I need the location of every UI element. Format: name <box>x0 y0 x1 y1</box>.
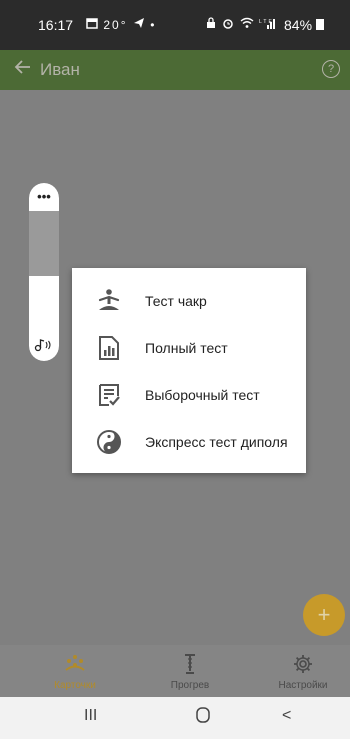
settings-gear-icon <box>258 653 348 675</box>
nav-label: Прогрев <box>170 680 210 691</box>
menu-item-dipole-express-test[interactable]: Экспресс тест диполя <box>72 419 306 465</box>
system-navigation-bar: III < <box>0 697 350 739</box>
recents-button[interactable]: III <box>84 707 97 725</box>
checklist-icon <box>96 382 122 408</box>
menu-item-label: Полный тест <box>145 340 228 356</box>
back-button[interactable]: < <box>282 707 291 725</box>
battery-icon <box>315 19 324 30</box>
nav-label: Настройки <box>278 680 328 691</box>
warm-up-icon <box>145 653 235 675</box>
signal-icon: LTE <box>259 19 276 29</box>
temperature-text: 20° <box>103 18 128 32</box>
status-time: 16:17 <box>38 17 74 33</box>
arrow-left-icon[interactable] <box>14 58 32 82</box>
menu-item-label: Тест чакр <box>145 293 207 309</box>
dot-icon: • <box>150 18 157 32</box>
page-title: Иван <box>40 60 80 79</box>
help-circle-icon[interactable]: ? <box>322 60 340 78</box>
nav-label: Карточки <box>54 680 96 691</box>
menu-item-selective-test[interactable]: Выборочный тест <box>72 372 306 418</box>
status-bar: 16:17 20° • LTE 84% <box>0 0 350 50</box>
menu-item-label: Выборочный тест <box>145 387 260 403</box>
music-note-icon[interactable] <box>34 338 54 355</box>
nav-item-cards[interactable]: Карточки <box>30 653 120 691</box>
menu-item-full-test[interactable]: Полный тест <box>72 325 306 371</box>
app-bar: Иван ? <box>0 50 350 90</box>
cards-icon <box>30 653 120 675</box>
alarm-icon <box>223 19 234 29</box>
volume-panel[interactable]: ••• <box>29 183 59 361</box>
menu-item-label: Экспресс тест диполя <box>145 434 288 450</box>
menu-item-chakra-test[interactable]: Тест чакр <box>72 278 306 324</box>
add-card-button[interactable]: + <box>303 594 345 636</box>
status-notification-icons: 20° • <box>86 17 156 32</box>
calendar-icon <box>86 18 98 29</box>
yin-yang-icon <box>96 429 122 455</box>
test-popup-menu: Тест чакр Полный тест Выборочный тест Эк… <box>72 268 306 473</box>
svg-text:LTE: LTE <box>259 19 274 25</box>
meditation-icon <box>96 288 122 314</box>
battery-percent: 84% <box>284 17 313 33</box>
send-icon <box>133 18 144 28</box>
nav-item-settings[interactable]: Настройки <box>258 653 348 691</box>
nav-item-warm-up[interactable]: Прогрев <box>145 653 235 691</box>
bottom-navigation: Карточки Прогрев Настройки <box>0 645 350 697</box>
report-chart-icon <box>96 335 122 361</box>
more-options-icon[interactable]: ••• <box>29 189 59 204</box>
status-system-icons: LTE <box>205 17 277 32</box>
lock-icon <box>207 17 215 28</box>
wifi-icon <box>240 17 254 28</box>
home-button[interactable] <box>196 707 210 728</box>
battery-indicator: 84% <box>284 17 324 33</box>
